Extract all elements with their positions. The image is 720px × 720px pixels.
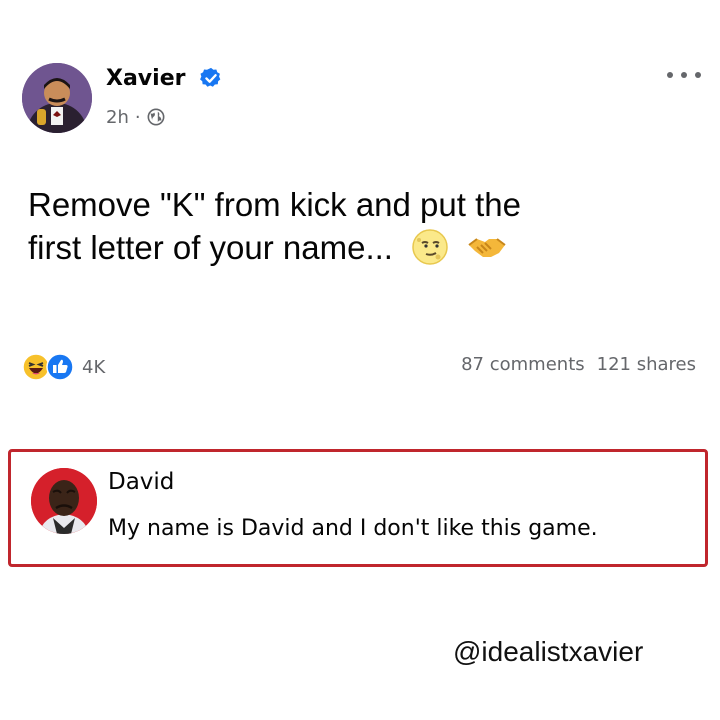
moon-face-emoji [412,229,448,265]
globe-icon [147,108,165,126]
like-reaction-icon [46,353,74,381]
shares-count[interactable]: 121 shares [597,354,696,375]
handshake-emoji [468,238,506,257]
verified-badge-icon [200,67,221,87]
post-header: Xavier 2h · [22,63,702,135]
post-meta: 2h · [106,105,165,129]
commenter-avatar[interactable] [31,468,97,534]
more-options-icon[interactable] [667,65,701,85]
comment-text: My name is David and I don't like this g… [108,516,598,541]
watermark: @idealistxavier [453,636,644,667]
comment-author[interactable]: David [108,469,174,495]
comments-count[interactable]: 87 comments [461,354,585,375]
post-time[interactable]: 2h [106,107,129,128]
author-avatar[interactable] [22,63,92,133]
reaction-count[interactable]: 4K [82,357,105,378]
post-text-line1: Remove "K" from kick and put the [28,186,521,223]
reactions-summary[interactable]: 4K [22,352,105,382]
engagement-counts: 87 comments 121 shares [461,354,696,375]
post-text-line2: first letter of your name... [28,229,393,266]
highlighted-comment: David My name is David and I don't like … [8,449,708,567]
post-text: Remove "K" from kick and put the first l… [28,183,668,269]
meta-separator: · [134,106,141,128]
author-name[interactable]: Xavier [106,66,185,91]
